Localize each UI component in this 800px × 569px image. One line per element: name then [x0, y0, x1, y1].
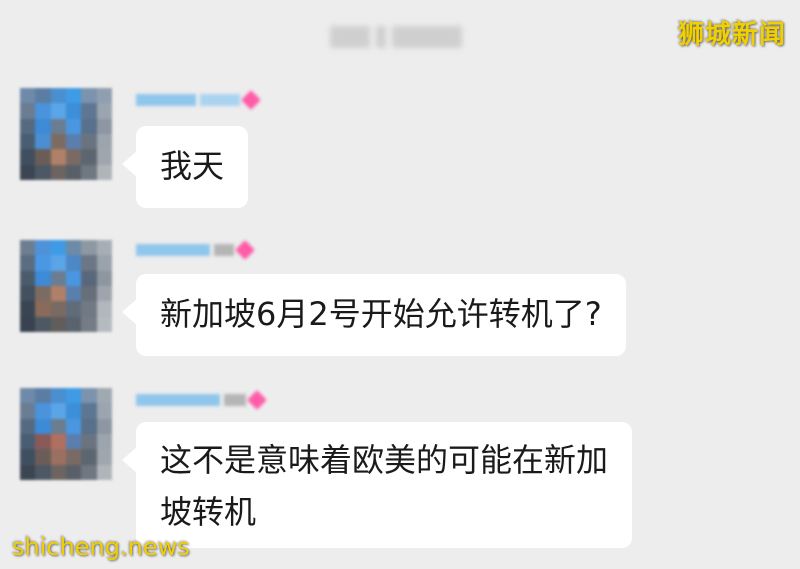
message-text-line: 坡转机 — [160, 493, 257, 531]
message-text-line: 这不是意味着欧美的可能在新加 — [160, 441, 609, 479]
message-bubble[interactable]: 这不是意味着欧美的可能在新加 坡转机 — [121, 422, 633, 548]
message-text: 我天 — [160, 147, 225, 185]
message-bubble[interactable]: 我天 — [121, 126, 249, 208]
watermark-site: shicheng.news — [12, 533, 190, 561]
timestamp-blurred — [330, 26, 470, 52]
message-text: 新加坡6月2号开始允许转机了? — [160, 295, 602, 333]
message-bubble[interactable]: 新加坡6月2号开始允许转机了? — [122, 274, 626, 356]
watermark-logo: 狮城新闻 — [677, 20, 786, 50]
nickname-blurred — [136, 240, 276, 260]
avatar[interactable] — [20, 240, 112, 332]
avatar[interactable] — [20, 388, 112, 480]
avatar[interactable] — [20, 88, 112, 180]
nickname-blurred — [136, 90, 276, 110]
nickname-blurred — [136, 390, 276, 410]
